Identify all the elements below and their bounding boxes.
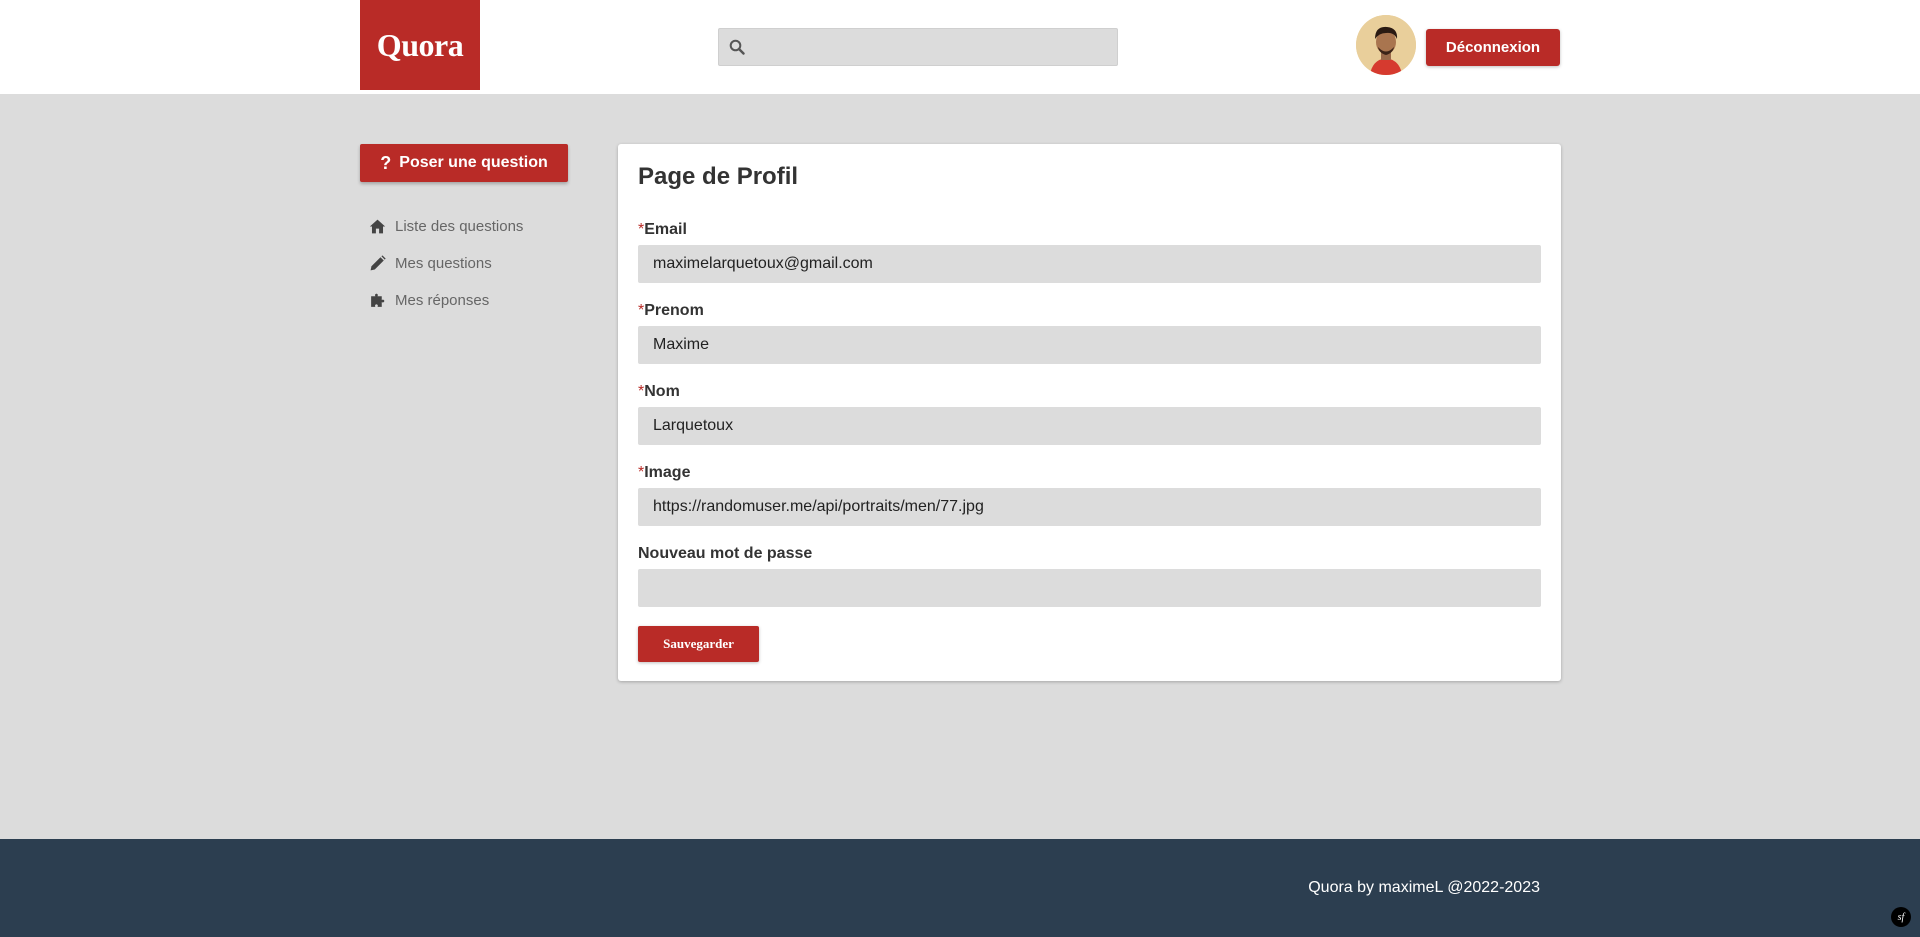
prenom-field[interactable] <box>638 326 1541 364</box>
nom-field[interactable] <box>638 407 1541 445</box>
home-icon <box>369 219 386 234</box>
search-input[interactable] <box>753 29 1117 65</box>
puzzle-icon <box>371 293 385 307</box>
image-label: *Image <box>638 464 691 481</box>
question-mark-icon: ? <box>380 152 392 173</box>
save-button[interactable]: Sauvegarder <box>638 626 759 662</box>
email-label: *Email <box>638 221 687 238</box>
search-icon <box>729 39 745 55</box>
user-portrait-icon <box>1356 15 1416 75</box>
symfony-debug-icon[interactable]: sf <box>1891 907 1911 927</box>
sidebar-item-label: Mes questions <box>395 255 492 272</box>
image-url-field[interactable] <box>638 488 1541 526</box>
user-avatar[interactable] <box>1356 15 1416 75</box>
pencil-icon <box>370 255 386 271</box>
footer-credits: Quora by maximeL @2022-2023 <box>1308 879 1540 896</box>
sidebar-item-my-questions[interactable]: Mes questions <box>369 245 523 282</box>
sidebar-item-question-list[interactable]: Liste des questions <box>369 208 523 245</box>
ask-question-button[interactable]: ? Poser une question <box>360 144 568 182</box>
prenom-label: *Prenom <box>638 302 704 319</box>
top-header: Quora Déconnexion <box>0 0 1920 94</box>
quora-logo[interactable]: Quora <box>360 0 480 90</box>
sidebar-item-label: Liste des questions <box>395 218 524 235</box>
page-title: Page de Profil <box>638 163 799 190</box>
ask-question-label: Poser une question <box>399 154 548 171</box>
sidebar-nav: Liste des questions Mes questions Mes ré… <box>369 208 523 319</box>
nom-label: *Nom <box>638 383 680 400</box>
logout-button[interactable]: Déconnexion <box>1426 29 1560 66</box>
password-label: Nouveau mot de passe <box>638 545 813 562</box>
email-field[interactable] <box>638 245 1541 283</box>
logo-text: Quora <box>376 26 464 63</box>
search-bar[interactable] <box>718 28 1118 66</box>
profile-card: Page de Profil *Email *Prenom *Nom *Imag… <box>618 144 1561 681</box>
footer: Quora by maximeL @2022-2023 <box>0 839 1920 937</box>
sidebar-item-label: Mes réponses <box>395 292 490 309</box>
sidebar-item-my-answers[interactable]: Mes réponses <box>369 282 523 319</box>
new-password-field[interactable] <box>638 569 1541 607</box>
